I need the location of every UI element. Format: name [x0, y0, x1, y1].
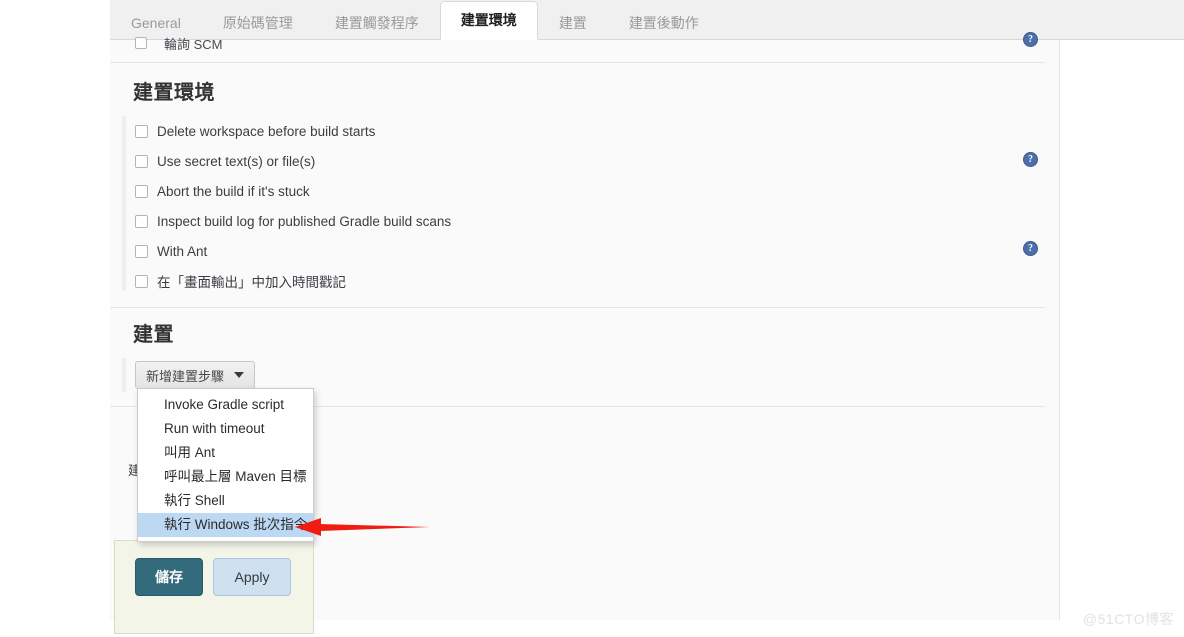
dropdown-item-invoke-top-level-maven-targets[interactable]: 呼叫最上層 Maven 目標 — [138, 465, 313, 489]
checkbox-row-timestamper[interactable]: 在「畫面輸出」中加入時間戳記 — [135, 271, 346, 291]
add-build-step-button[interactable]: 新增建置步驟 — [135, 361, 256, 389]
poll-scm-label: 輪詢 SCM — [164, 36, 223, 52]
timestamper-checkbox[interactable] — [135, 274, 148, 288]
build-step-dropdown-menu[interactable]: Invoke Gradle script Run with timeout 叫用… — [137, 388, 314, 542]
tab-build-environment[interactable]: 建置環境 — [439, 1, 538, 40]
section-title-build: 建置 — [133, 324, 174, 346]
cutoff-poll-scm-row[interactable]: 輪詢 SCM — [135, 32, 223, 54]
checkbox-row-with-ant[interactable]: With Ant — [135, 241, 207, 261]
dropdown-item-invoke-ant[interactable]: 叫用 Ant — [138, 441, 313, 465]
checkbox-row-abort-stuck[interactable]: Abort the build if it's stuck — [135, 181, 310, 201]
divider-build-section — [110, 307, 1045, 308]
form-action-bar: 儲存 Apply — [114, 540, 314, 634]
inspect-build-log-checkbox[interactable] — [135, 214, 148, 228]
tab-build-triggers[interactable]: 建置觸發程序 — [314, 5, 440, 39]
help-icon-poll-scm[interactable]: ? — [1023, 32, 1038, 47]
dropdown-item-execute-shell[interactable]: 執行 Shell — [138, 489, 313, 513]
apply-button[interactable]: Apply — [213, 558, 291, 596]
checkbox-row-delete-workspace[interactable]: Delete workspace before build starts — [135, 121, 375, 141]
dropdown-item-run-with-timeout[interactable]: Run with timeout — [138, 417, 313, 441]
divider-top — [110, 62, 1045, 63]
dropdown-item-execute-windows-batch-command[interactable]: 執行 Windows 批次指令 — [138, 513, 313, 537]
checkbox-row-use-secret[interactable]: Use secret text(s) or file(s) — [135, 151, 315, 171]
delete-workspace-checkbox[interactable] — [135, 124, 148, 138]
add-build-step-label: 新增建置步驟 — [146, 368, 225, 384]
build-step-accent-bar — [122, 358, 126, 392]
checkbox-row-inspect-build-log[interactable]: Inspect build log for published Gradle b… — [135, 211, 451, 231]
use-secret-checkbox[interactable] — [135, 154, 148, 168]
configuration-panel: 輪詢 SCM ? 建置環境 Delete workspace before bu… — [110, 32, 1060, 634]
delete-workspace-label: Delete workspace before build starts — [157, 123, 376, 139]
tab-build[interactable]: 建置 — [538, 5, 608, 39]
poll-scm-checkbox[interactable] — [135, 37, 147, 49]
abort-stuck-checkbox[interactable] — [135, 184, 148, 198]
with-ant-checkbox[interactable] — [135, 244, 148, 258]
chevron-down-icon — [234, 372, 245, 378]
tab-post-build-actions[interactable]: 建置後動作 — [608, 5, 720, 39]
use-secret-label: Use secret text(s) or file(s) — [157, 153, 316, 169]
watermark: @51CTO博客 — [1082, 611, 1174, 627]
save-button[interactable]: 儲存 — [135, 558, 203, 596]
section-title-build-environment: 建置環境 — [133, 82, 215, 104]
checkbox-group-accent-bar — [122, 116, 126, 291]
timestamper-label: 在「畫面輸出」中加入時間戳記 — [157, 275, 346, 290]
with-ant-label: With Ant — [157, 243, 208, 259]
panel-right-margin — [1060, 40, 1184, 620]
help-icon-use-secret[interactable]: ? — [1023, 152, 1038, 167]
inspect-build-log-label: Inspect build log for published Gradle b… — [157, 213, 452, 229]
dropdown-item-invoke-gradle-script[interactable]: Invoke Gradle script — [138, 393, 313, 417]
tab-bar: General 原始碼管理 建置觸發程序 建置環境 建置 建置後動作 — [110, 0, 1184, 40]
abort-stuck-label: Abort the build if it's stuck — [157, 183, 310, 199]
help-icon-with-ant[interactable]: ? — [1023, 241, 1038, 256]
